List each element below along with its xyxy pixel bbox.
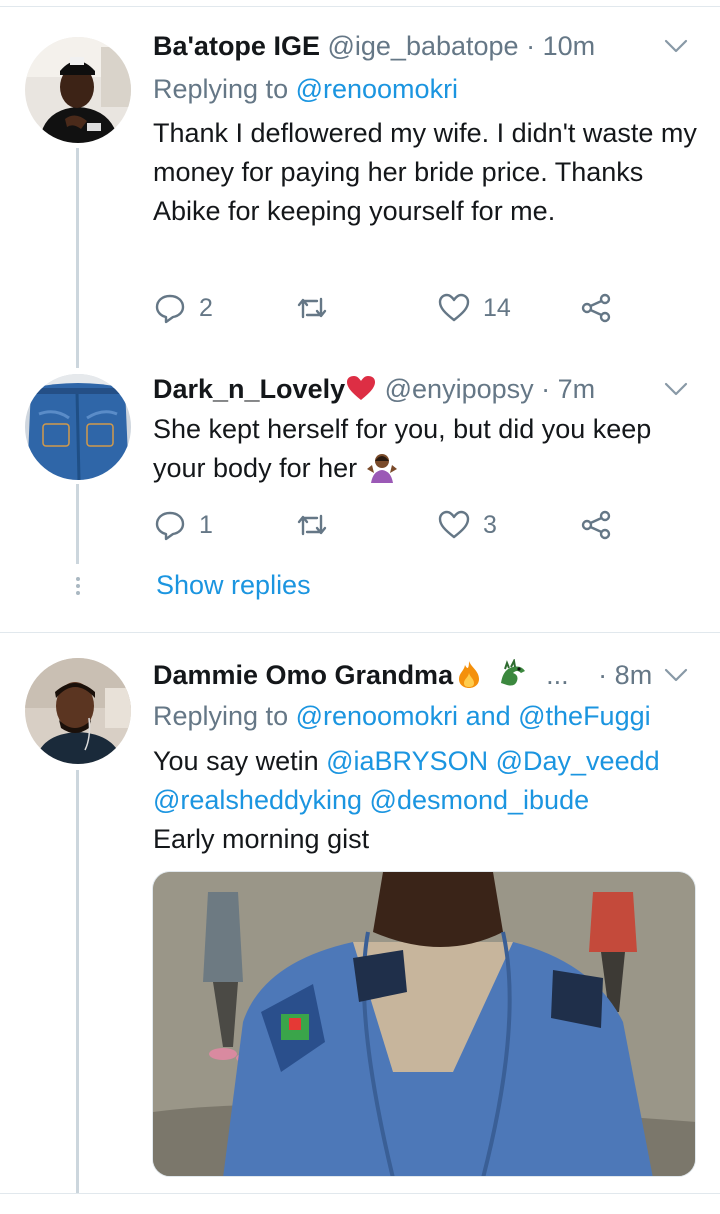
tweet-text-prefix: You say wetin (153, 746, 327, 776)
display-name[interactable]: Ba'atope IGE (153, 31, 320, 61)
tweet-actions: 1 3 (153, 505, 623, 545)
reply-count: 2 (199, 293, 213, 322)
tweet-media-photo[interactable] (152, 871, 696, 1177)
reply-button[interactable]: 2 (153, 288, 213, 328)
thread-line (76, 484, 79, 564)
tweet-text: Thank I deflowered my wife. I didn't was… (153, 118, 697, 226)
like-count: 3 (483, 510, 497, 539)
like-button[interactable]: 14 (437, 288, 511, 328)
retweet-icon (297, 514, 327, 536)
thread-line (76, 770, 79, 1193)
reply-icon (155, 511, 185, 541)
replying-prefix: Replying to (153, 701, 296, 731)
thread-line (76, 148, 79, 368)
name-ellipsis: ... (546, 660, 569, 690)
mention-link[interactable]: @iaBRYSON (326, 746, 488, 776)
retweet-button[interactable] (295, 288, 329, 328)
tweet-text-line: Early morning gist (153, 824, 370, 854)
timestamp[interactable]: 8m (615, 660, 653, 690)
chevron-down-icon[interactable] (662, 375, 690, 403)
heart-icon (347, 376, 376, 400)
mention-link[interactable]: @desmond_ibude (370, 785, 590, 815)
avatar[interactable] (25, 658, 131, 764)
tweet-thread: Ba'atope IGE @ige_babatope · 10m Replyin… (0, 0, 720, 1214)
separator-dot: · (526, 31, 536, 61)
divider (0, 6, 720, 7)
tweet-header: Dammie Omo Grandma ... · 8m (153, 657, 690, 693)
replying-prefix: Replying to (153, 74, 296, 104)
avatar[interactable] (25, 374, 131, 480)
reply-count: 1 (199, 510, 213, 539)
avatar-image (25, 37, 131, 143)
reply-button[interactable]: 1 (153, 505, 213, 545)
dragon-icon (500, 657, 525, 686)
mention-link[interactable]: @renoomokri (296, 74, 458, 104)
share-icon (581, 293, 611, 323)
avatar-image (25, 658, 131, 764)
separator-dot: · (541, 374, 551, 404)
tweet-header: Ba'atope IGE @ige_babatope · 10m (153, 28, 690, 64)
chevron-down-icon[interactable] (662, 32, 690, 60)
replying-to: Replying to @renoomokri and @theFuggi (153, 698, 651, 734)
fire-icon (459, 661, 480, 688)
share-icon (581, 510, 611, 540)
retweet-icon (297, 297, 327, 319)
timestamp[interactable]: 7m (558, 374, 596, 404)
divider (0, 632, 720, 633)
share-button[interactable] (579, 288, 613, 328)
more-replies-dots (73, 574, 82, 602)
show-replies-link[interactable]: Show replies (156, 570, 311, 601)
user-handle[interactable]: @enyipopsy (385, 374, 534, 404)
tweet-text: She kept herself for you, but did you ke… (153, 410, 703, 488)
tweet-text-content: She kept herself for you, but did you ke… (153, 414, 652, 483)
chevron-down-icon[interactable] (662, 661, 690, 689)
divider (0, 1193, 720, 1194)
separator-dot: · (598, 660, 608, 690)
tweet-text: You say wetin @iaBRYSON @Day_veedd @real… (153, 742, 703, 859)
mention-link[interactable]: @realsheddyking (153, 785, 362, 815)
avatar[interactable] (25, 37, 131, 143)
reply-icon (155, 294, 185, 324)
replying-and: and (458, 701, 519, 731)
replying-to: Replying to @renoomokri (153, 71, 458, 107)
like-button[interactable]: 3 (437, 505, 497, 545)
like-count: 14 (483, 293, 511, 322)
timestamp[interactable]: 10m (543, 31, 596, 61)
mention-link[interactable]: @theFuggi (518, 701, 650, 731)
heart-outline-icon (438, 293, 470, 322)
display-name[interactable]: Dark_n_Lovely (153, 374, 345, 404)
display-name[interactable]: Dammie Omo Grandma (153, 660, 453, 690)
photo-image (153, 872, 695, 1176)
woman-shrugging-icon (366, 454, 397, 483)
mention-link[interactable]: @Day_veedd (496, 746, 660, 776)
mention-link[interactable]: @renoomokri (296, 701, 458, 731)
user-handle[interactable]: @ige_babatope (327, 31, 518, 61)
heart-outline-icon (438, 510, 470, 539)
avatar-image (25, 374, 131, 480)
retweet-button[interactable] (295, 505, 329, 545)
tweet-header: Dark_n_Lovely @enyipopsy · 7m (153, 371, 690, 407)
tweet-actions: 2 14 (153, 288, 623, 328)
share-button[interactable] (579, 505, 613, 545)
